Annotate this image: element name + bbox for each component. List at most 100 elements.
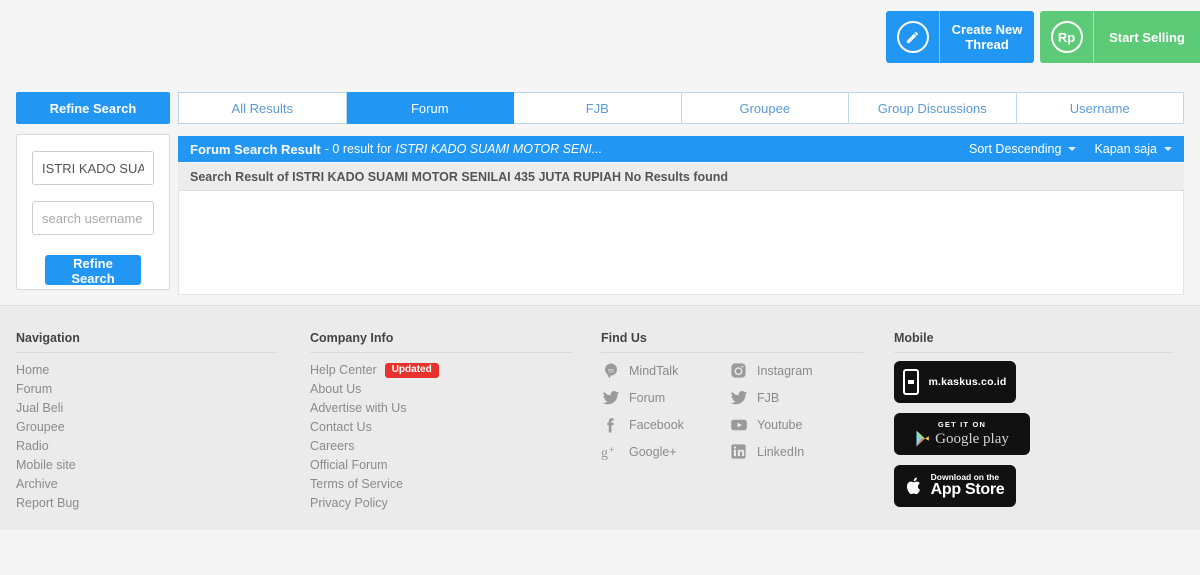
social-link-facebook[interactable]: Facebook: [601, 415, 729, 434]
social-link-label: Forum: [629, 390, 666, 405]
footer-link-row[interactable]: Privacy Policy: [310, 494, 572, 513]
app-store-main-text: App Store: [930, 481, 1005, 499]
phone-icon: [903, 369, 920, 395]
footer-link-row[interactable]: Contact Us: [310, 418, 572, 437]
social-link-label: Facebook: [629, 417, 684, 432]
divider: [894, 352, 1174, 353]
tab-all-results[interactable]: All Results: [178, 92, 347, 124]
chevron-down-icon: [1068, 147, 1077, 151]
tab-forum[interactable]: Forum: [346, 92, 514, 124]
tab-username[interactable]: Username: [1016, 92, 1184, 124]
search-tabs: All Results Forum FJB Groupee Group Discussi…: [178, 92, 1184, 124]
sort-dropdown-label: Sort Descending: [969, 142, 1062, 156]
footer-link[interactable]: Careers: [310, 437, 354, 456]
divider: [601, 352, 863, 353]
tab-label: Groupee: [739, 100, 791, 116]
period-dropdown-label: Kapan saja: [1094, 142, 1157, 156]
social-link-mindtalk[interactable]: m MindTalk: [601, 361, 729, 380]
tab-label: Username: [1069, 100, 1130, 116]
rupiah-icon-ring: Rp: [1050, 21, 1083, 53]
mindtalk-icon: m: [601, 361, 620, 380]
twitter-icon: [729, 388, 748, 407]
search-username-input[interactable]: [32, 201, 154, 235]
period-dropdown[interactable]: Kapan saja: [1094, 142, 1172, 156]
no-results-row: Search Result of ISTRI KADO SUAMI MOTOR …: [178, 163, 1184, 191]
tab-label: Forum: [410, 100, 449, 116]
app-store-badge[interactable]: Download on the App Store: [894, 465, 1016, 507]
play-triangle-icon: [916, 430, 930, 447]
footer-link[interactable]: Terms of Service: [310, 475, 403, 494]
refine-search-panel: Refine Search: [16, 134, 170, 290]
footer-link[interactable]: Radio: [16, 437, 278, 456]
tab-groupee[interactable]: Groupee: [681, 92, 849, 124]
footer-link-row[interactable]: Advertise with Us: [310, 399, 572, 418]
search-keyword-input[interactable]: [32, 151, 154, 185]
app-store-text: Download on the App Store: [931, 473, 1005, 499]
footer-link-row[interactable]: Careers: [310, 437, 572, 456]
footer-link-row[interactable]: Help Center Updated: [310, 361, 572, 380]
svg-text:g: g: [601, 446, 608, 461]
refine-search-submit-button[interactable]: Refine Search: [45, 255, 141, 286]
google-play-label: Google play: [935, 431, 1009, 447]
footer-link[interactable]: Mobile site: [16, 456, 278, 475]
social-link-label: LinkedIn: [757, 444, 805, 459]
footer-link[interactable]: Archive: [16, 475, 278, 494]
social-link-label: FJB: [757, 390, 780, 405]
footer-link-row[interactable]: Official Forum: [310, 456, 572, 475]
footer-company-column: Company Info Help Center Updated About Us Ad…: [310, 331, 572, 513]
results-body: [178, 191, 1184, 295]
social-link-googleplus[interactable]: g + Google+: [601, 442, 729, 461]
social-link-forum[interactable]: Forum: [601, 388, 729, 407]
tab-fjb[interactable]: FJB: [514, 92, 682, 124]
instagram-icon: [729, 361, 748, 380]
footer-link-row[interactable]: About Us: [310, 380, 572, 399]
social-link-instagram[interactable]: Instagram: [729, 361, 857, 380]
svg-text:m: m: [608, 365, 614, 374]
footer-navigation-column: Navigation Home Forum Jual Beli Groupee Radio…: [16, 331, 278, 513]
sort-dropdown[interactable]: Sort Descending: [969, 142, 1077, 156]
tab-label: Group Discussions: [877, 100, 987, 116]
refine-search-tab[interactable]: Refine Search: [16, 92, 170, 124]
start-selling-button[interactable]: Rp Start Selling: [1040, 11, 1200, 63]
apple-icon: [906, 477, 920, 495]
footer-link[interactable]: Contact Us: [310, 418, 372, 437]
social-link-fjb[interactable]: FJB: [729, 388, 857, 407]
footer-mobile-column: Mobile m.kaskus.co.id GET IT ON Google play…: [894, 331, 1174, 507]
footer-link[interactable]: Privacy Policy: [310, 494, 388, 513]
footer-link[interactable]: Help Center: [310, 361, 377, 380]
social-link-label: Youtube: [757, 417, 803, 432]
mobile-site-badge[interactable]: m.kaskus.co.id: [894, 361, 1016, 403]
pencil-icon: [886, 11, 940, 63]
mobile-site-label: m.kaskus.co.id: [928, 376, 1007, 388]
top-bar: Create New Thread Rp Start Selling: [0, 0, 1200, 88]
tab-label: FJB: [585, 100, 609, 116]
social-link-label: Instagram: [757, 363, 813, 378]
status-badge: Updated: [384, 363, 439, 378]
google-play-badge[interactable]: GET IT ON Google play: [894, 413, 1030, 455]
footer-link[interactable]: Official Forum: [310, 456, 388, 475]
footer-link[interactable]: Advertise with Us: [310, 399, 407, 418]
footer-column-title: Company Info: [310, 331, 394, 345]
footer-link[interactable]: Jual Beli: [16, 399, 278, 418]
social-links-grid: m MindTalk Instagram Forum FJB Facebook Youtub…: [601, 361, 863, 461]
googleplus-icon: g +: [601, 442, 620, 461]
footer-link-row[interactable]: Terms of Service: [310, 475, 572, 494]
result-query: ISTRI KADO SUAMI MOTOR SENI...: [395, 142, 603, 156]
create-new-thread-label: Create New Thread: [951, 22, 1023, 52]
create-new-thread-button[interactable]: Create New Thread: [886, 11, 1034, 63]
divider: [310, 352, 572, 353]
refine-search-tab-label: Refine Search: [49, 100, 137, 116]
footer-link[interactable]: Home: [16, 361, 278, 380]
facebook-icon: [601, 415, 620, 434]
footer-link[interactable]: Report Bug: [16, 494, 278, 513]
social-link-linkedin[interactable]: LinkedIn: [729, 442, 857, 461]
app-badges: m.kaskus.co.id GET IT ON Google play Downlo…: [894, 361, 1144, 507]
footer-link[interactable]: Groupee: [16, 418, 278, 437]
footer-link[interactable]: Forum: [16, 380, 278, 399]
social-link-youtube[interactable]: Youtube: [729, 415, 857, 434]
no-results-message: Search Result of ISTRI KADO SUAMI MOTOR …: [190, 169, 729, 184]
footer-column-title: Find Us: [601, 331, 647, 345]
footer-link[interactable]: About Us: [310, 380, 361, 399]
tab-group-discussions[interactable]: Group Discussions: [849, 92, 1017, 124]
start-selling-label: Start Selling: [1109, 29, 1185, 45]
